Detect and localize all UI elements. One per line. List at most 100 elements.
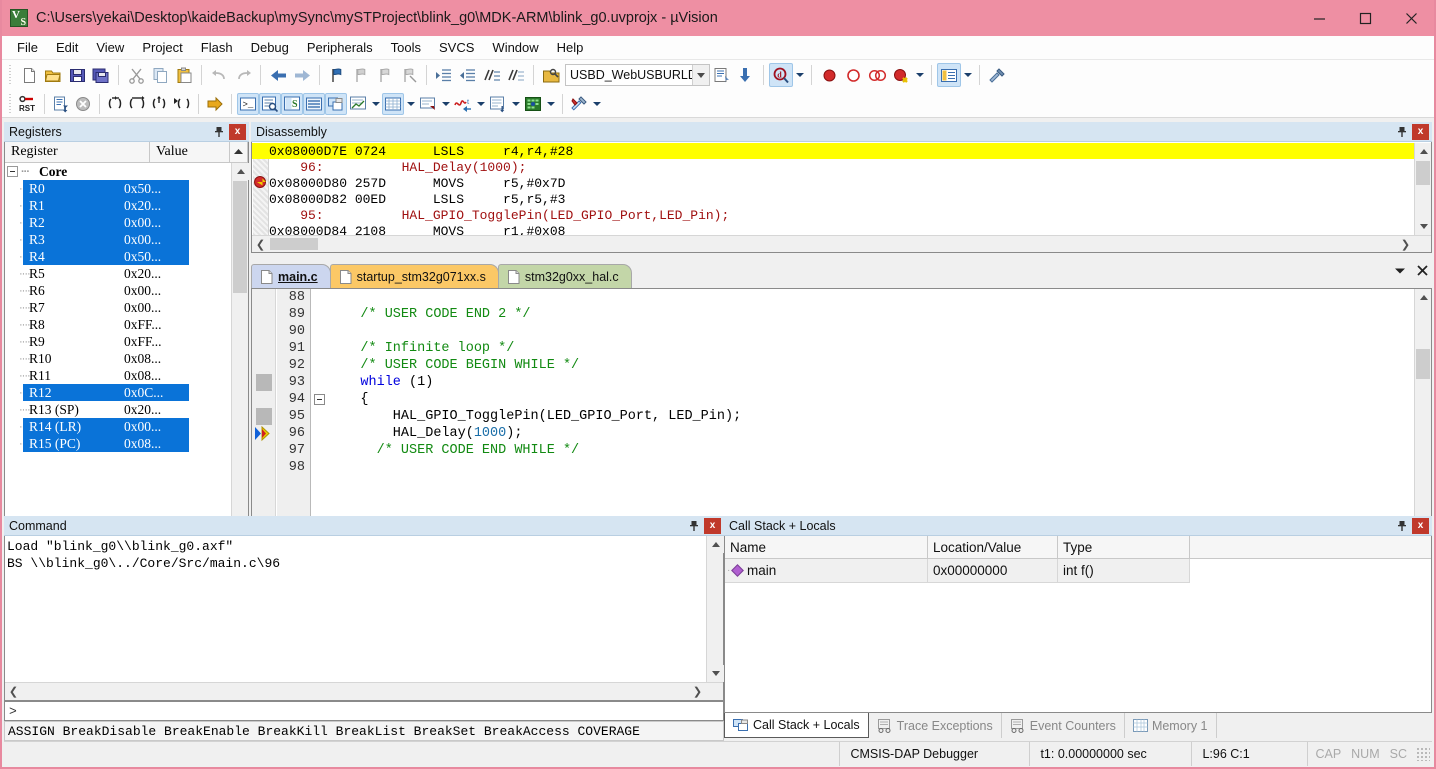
scroll-down-icon[interactable] [1415,218,1431,235]
disassembly-window-icon[interactable] [259,92,281,115]
registers-col-value[interactable]: Value [150,142,230,163]
disable-all-breakpoints-icon[interactable] [889,63,913,87]
analysis-window-icon[interactable]: t [452,93,474,115]
paste-icon[interactable] [172,63,196,87]
scrollbar-thumb[interactable] [1416,349,1430,379]
kill-all-breakpoints-icon[interactable] [865,63,889,87]
breakpoints-dropdown-icon[interactable] [913,64,926,86]
chevron-down-icon[interactable] [1394,265,1406,279]
scroll-up-icon[interactable] [1415,143,1431,160]
register-row[interactable]: ····R0 0x50... [5,180,231,197]
collapse-icon[interactable] [7,166,18,177]
register-row[interactable]: ····R1 0x20... [5,197,231,214]
pin-icon[interactable] [686,518,702,534]
register-row[interactable]: ····R12 0x0C... [5,384,231,401]
disassembly-vscrollbar[interactable] [1414,143,1431,235]
maximize-icon[interactable] [1342,0,1388,36]
configure-icon[interactable] [985,63,1009,87]
new-file-icon[interactable] [17,63,41,87]
call-stack-col-location[interactable]: Location/Value [928,536,1058,559]
memory-window-icon[interactable] [382,92,404,115]
register-row[interactable]: ····R4 0x50... [5,248,231,265]
fold-collapse-icon[interactable] [314,394,325,405]
minimize-icon[interactable] [1296,0,1342,36]
analysis-window-dropdown-icon[interactable] [474,93,487,115]
menu-edit[interactable]: Edit [47,37,87,58]
registers-col-register[interactable]: Register [5,142,150,163]
disassembly-line[interactable]: 96: HAL_Delay(1000); [252,159,1414,175]
menu-svcs[interactable]: SVCS [430,37,483,58]
scrollbar-thumb[interactable] [1416,161,1430,185]
target-options-icon[interactable] [539,63,563,87]
editor-code-line[interactable]: while (1) [328,374,1414,391]
menu-project[interactable]: Project [133,37,191,58]
symbols-window-icon[interactable]: S [281,92,303,115]
scroll-up-icon[interactable] [232,163,249,180]
editor-code-line[interactable]: /* USER CODE END WHILE */ [328,442,1414,459]
toolbox-icon[interactable] [568,93,590,115]
register-row[interactable]: ····R14 (LR) 0x00... [5,418,231,435]
serial-window-dropdown-icon[interactable] [439,93,452,115]
call-stack-window-icon[interactable] [325,92,347,115]
editor-code-line[interactable]: /* Infinite loop */ [328,340,1414,357]
resize-grip-icon[interactable] [1416,746,1430,761]
scroll-up-icon[interactable] [1415,289,1431,306]
tab-memory-1[interactable]: Memory 1 [1125,713,1217,738]
bookmark-prev-icon[interactable] [349,63,373,87]
editor-code-line[interactable]: /* USER CODE END 2 */ [328,306,1414,323]
uncomment-icon[interactable] [504,63,528,87]
editor-code-line[interactable]: /* USER CODE BEGIN WHILE */ [328,357,1414,374]
disassembly-line[interactable]: 0x08000D82 00ED LSLS r5,r5,#3 [252,191,1414,207]
register-row[interactable]: ···· R7 0x00... [5,299,231,316]
batch-build-icon[interactable] [734,63,758,87]
command-window-icon[interactable]: >_ [237,92,259,115]
scroll-right-icon[interactable]: ❯ [689,683,706,699]
registers-window-icon[interactable] [303,92,325,115]
menu-debug[interactable]: Debug [242,37,298,58]
editor-code-line[interactable] [328,289,1414,306]
pin-icon[interactable] [1394,124,1410,140]
bookmark-toggle-icon[interactable] [325,63,349,87]
redo-icon[interactable] [231,63,255,87]
system-viewer-icon[interactable] [522,93,544,115]
reset-cpu-icon[interactable]: RST [17,93,39,115]
register-row[interactable]: ···· R10 0x08... [5,350,231,367]
call-stack-col-name[interactable]: Name [725,536,928,559]
call-stack-col-type[interactable]: Type [1058,536,1190,559]
menu-flash[interactable]: Flash [192,37,242,58]
system-viewer-dropdown-icon[interactable] [544,93,557,115]
pin-icon[interactable] [211,124,227,140]
menu-help[interactable]: Help [548,37,593,58]
register-row[interactable]: ···· R9 0xFF... [5,333,231,350]
command-hscrollbar[interactable]: ❮ ❯ [5,682,723,700]
copy-icon[interactable] [148,63,172,87]
register-row[interactable]: ···· R6 0x00... [5,282,231,299]
close-icon[interactable]: x [1412,517,1429,534]
command-output[interactable]: Load "blink_g0\\blink_g0.axf" BS \\blink… [4,536,724,701]
step-out-icon[interactable] [149,93,171,115]
register-row[interactable]: ···· R8 0xFF... [5,316,231,333]
watch-window-dropdown-icon[interactable] [369,93,382,115]
memory-window-dropdown-icon[interactable] [404,93,417,115]
save-icon[interactable] [65,63,89,87]
close-icon[interactable]: x [704,517,721,534]
editor-code-line[interactable]: HAL_Delay(1000); [328,425,1414,442]
navigate-forward-icon[interactable] [290,63,314,87]
scroll-up-icon[interactable] [707,536,724,553]
close-icon[interactable] [1388,0,1434,36]
editor-code-line[interactable] [328,323,1414,340]
register-row[interactable]: ····R15 (PC) 0x08... [5,435,231,452]
bookmark-next-icon[interactable] [373,63,397,87]
tab-event-counters[interactable]: Event Counters [1002,713,1125,738]
run-icon[interactable] [50,93,72,115]
register-row[interactable]: ···· R5 0x20... [5,265,231,282]
disassembly-view[interactable]: 0x08000D7E 0724 LSLS r4,r4,#28 96: HAL_D… [251,142,1432,253]
editor-tab-hal-c[interactable]: stm32g0xx_hal.c [497,264,632,288]
disable-breakpoint-icon[interactable] [841,63,865,87]
window-layout-icon[interactable] [937,63,961,87]
sort-ascending-icon[interactable] [230,142,248,163]
registers-group-core[interactable]: ··· Core [5,163,231,180]
outdent-icon[interactable] [456,63,480,87]
tab-trace-exceptions[interactable]: Trace Exceptions [869,713,1002,738]
scroll-right-icon[interactable]: ❯ [1397,236,1414,252]
